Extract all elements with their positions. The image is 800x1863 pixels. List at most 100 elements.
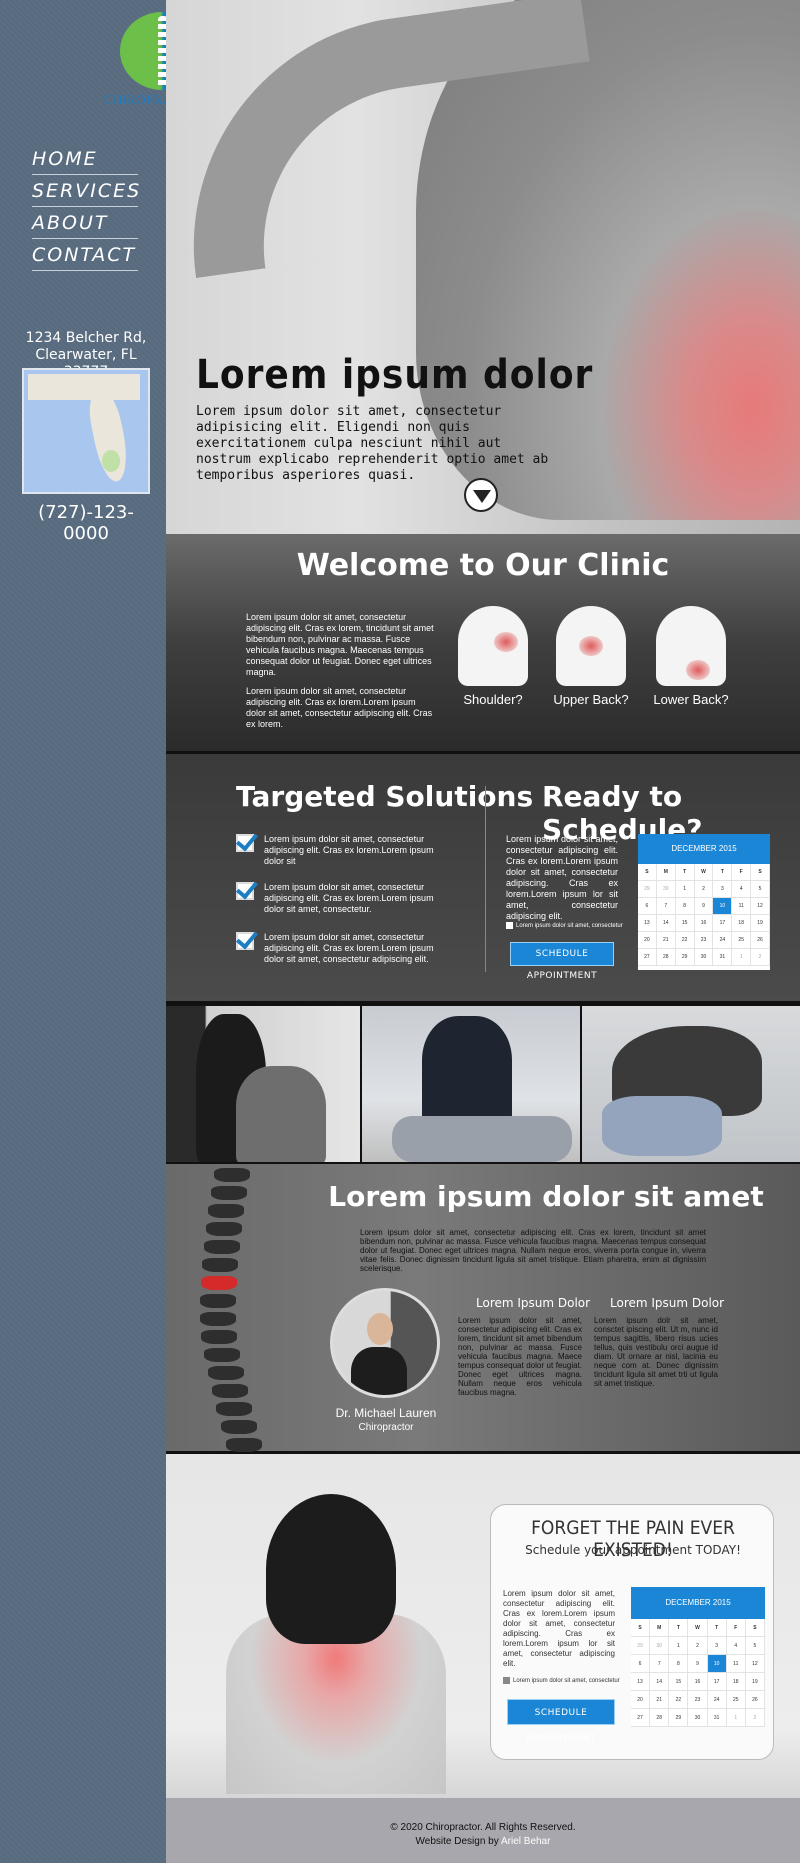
calendar-date[interactable]: 30: [694, 949, 714, 966]
calendar-date[interactable]: 9: [694, 898, 714, 915]
checkbox-icon[interactable]: [506, 922, 513, 929]
checkmark-icon: [236, 882, 254, 900]
calendar-date[interactable]: 10: [707, 1655, 727, 1673]
calendar-date[interactable]: 11: [726, 1655, 746, 1673]
calendar-date[interactable]: 7: [650, 1655, 670, 1673]
nav-home[interactable]: HOME: [32, 146, 138, 175]
schedule-checkbox[interactable]: Lorem ipsum dolor sit amet, consectetur: [506, 922, 623, 929]
pain-point-upper-back[interactable]: Upper Back?: [546, 606, 636, 707]
schedule-appointment-button[interactable]: SCHEDULE APPOINTMENT: [510, 942, 614, 981]
calendar-date[interactable]: 1: [675, 881, 695, 898]
calendar-date[interactable]: 13: [638, 915, 657, 932]
calendar-date[interactable]: 2: [688, 1637, 708, 1655]
calendar-date[interactable]: 16: [694, 915, 714, 932]
calendar-date[interactable]: 15: [669, 1673, 689, 1691]
calendar-date[interactable]: 18: [726, 1673, 746, 1691]
nav-about[interactable]: ABOUT: [32, 210, 138, 239]
calendar-date[interactable]: 5: [751, 881, 770, 898]
calendar-date[interactable]: 4: [732, 881, 752, 898]
calendar-date[interactable]: 25: [726, 1691, 746, 1709]
calendar-date[interactable]: 29: [669, 1709, 689, 1727]
calendar-date[interactable]: 31: [713, 949, 733, 966]
calendar-date[interactable]: 14: [656, 915, 676, 932]
calendar-date[interactable]: 9: [688, 1655, 708, 1673]
calendar-date[interactable]: 31: [707, 1709, 727, 1727]
calendar-date[interactable]: 3: [707, 1637, 727, 1655]
calendar-date[interactable]: 21: [650, 1691, 670, 1709]
calendar-date[interactable]: 7: [656, 898, 676, 915]
calendar-date[interactable]: 29: [675, 949, 695, 966]
calendar-date[interactable]: 23: [694, 932, 714, 949]
calendar-date[interactable]: 19: [745, 1673, 765, 1691]
calendar-date[interactable]: 15: [675, 915, 695, 932]
calendar-date[interactable]: 26: [751, 932, 770, 949]
calendar-date[interactable]: 1: [732, 949, 752, 966]
calendar-date[interactable]: 17: [707, 1673, 727, 1691]
calendar-date[interactable]: 12: [751, 898, 770, 915]
calendar-date[interactable]: 19: [751, 915, 770, 932]
calendar-date[interactable]: 2: [745, 1709, 765, 1727]
nav-services[interactable]: SERVICES: [32, 178, 139, 207]
map-land: [28, 374, 140, 400]
welcome-title: Welcome to Our Clinic: [296, 548, 670, 583]
welcome-text: Lorem ipsum dolor sit amet, consectetur …: [246, 612, 436, 738]
calendar-day-of-week: S: [631, 1619, 651, 1637]
calendar-date[interactable]: 14: [650, 1673, 670, 1691]
vertebra: [201, 1258, 238, 1272]
welcome-section: Welcome to Our Clinic Lorem ipsum dolor …: [166, 534, 800, 754]
calendar-date[interactable]: 1: [726, 1709, 746, 1727]
cta-schedule-appointment-button[interactable]: SCHEDULE APPOINTMENT: [507, 1699, 615, 1744]
calendar-date[interactable]: 24: [713, 932, 733, 949]
calendar-date[interactable]: 27: [638, 949, 657, 966]
calendar-date[interactable]: 25: [732, 932, 752, 949]
calendar-date[interactable]: 4: [726, 1637, 746, 1655]
solution-item: Lorem ipsum dolor sit amet, consectetur …: [236, 932, 456, 965]
scroll-down-arrow-icon[interactable]: [464, 478, 498, 512]
calendar-date[interactable]: 30: [656, 881, 676, 898]
calendar-date[interactable]: 6: [631, 1655, 651, 1673]
calendar-date[interactable]: 2: [751, 949, 770, 966]
nav-contact[interactable]: CONTACT: [32, 242, 138, 271]
pain-point-lower-back[interactable]: Lower Back?: [646, 606, 736, 707]
calendar-date[interactable]: 17: [713, 915, 733, 932]
calendar-date[interactable]: 5: [745, 1637, 765, 1655]
calendar-date[interactable]: 22: [675, 932, 695, 949]
calendar-date[interactable]: 10: [713, 898, 733, 915]
calendar-date[interactable]: 2: [694, 881, 714, 898]
calendar-date[interactable]: 30: [688, 1709, 708, 1727]
vertebra: [216, 1402, 253, 1416]
calendar-date[interactable]: 29: [631, 1637, 651, 1655]
calendar-date[interactable]: 11: [732, 898, 752, 915]
designer-link[interactable]: Ariel Behar: [501, 1836, 550, 1847]
calendar-date[interactable]: 20: [638, 932, 657, 949]
pain-point-shoulder[interactable]: Shoulder?: [448, 606, 538, 707]
checkbox-icon[interactable]: [503, 1677, 510, 1684]
calendar-date[interactable]: 8: [669, 1655, 689, 1673]
appointment-calendar[interactable]: DECEMBER 2015 S M T W T F S 29 30 1 2 3 4 5 6 7 8 9 10 11 12…: [638, 834, 770, 970]
cta-appointment-calendar[interactable]: DECEMBER 2015 S M T W T F S 29 30 1 2 3 4 5 6 7 8 9 10 11 12…: [631, 1587, 765, 1727]
calendar-date[interactable]: 28: [650, 1709, 670, 1727]
calendar-date[interactable]: 30: [650, 1637, 670, 1655]
calendar-date[interactable]: 26: [745, 1691, 765, 1709]
calendar-date[interactable]: 28: [656, 949, 676, 966]
calendar-date[interactable]: 20: [631, 1691, 651, 1709]
calendar-date[interactable]: 27: [631, 1709, 651, 1727]
location-map[interactable]: [22, 368, 150, 494]
spine-graphic: [200, 1164, 262, 1454]
calendar-date[interactable]: 1: [669, 1637, 689, 1655]
calendar-date[interactable]: 18: [732, 915, 752, 932]
calendar-date[interactable]: 6: [638, 898, 657, 915]
calendar-date[interactable]: 24: [707, 1691, 727, 1709]
calendar-date[interactable]: 8: [675, 898, 695, 915]
calendar-date[interactable]: 13: [631, 1673, 651, 1691]
calendar-date[interactable]: 22: [669, 1691, 689, 1709]
calendar-date[interactable]: 23: [688, 1691, 708, 1709]
hero-title: Lorem ipsum dolor: [196, 352, 594, 398]
calendar-date[interactable]: 12: [745, 1655, 765, 1673]
calendar-date[interactable]: 21: [656, 932, 676, 949]
cta-checkbox[interactable]: Lorem ipsum dolor sit amet, consectetur: [503, 1677, 620, 1684]
calendar-date[interactable]: 29: [638, 881, 657, 898]
calendar-date[interactable]: 16: [688, 1673, 708, 1691]
phone-number[interactable]: (727)-123-0000: [18, 502, 154, 544]
calendar-date[interactable]: 3: [713, 881, 733, 898]
